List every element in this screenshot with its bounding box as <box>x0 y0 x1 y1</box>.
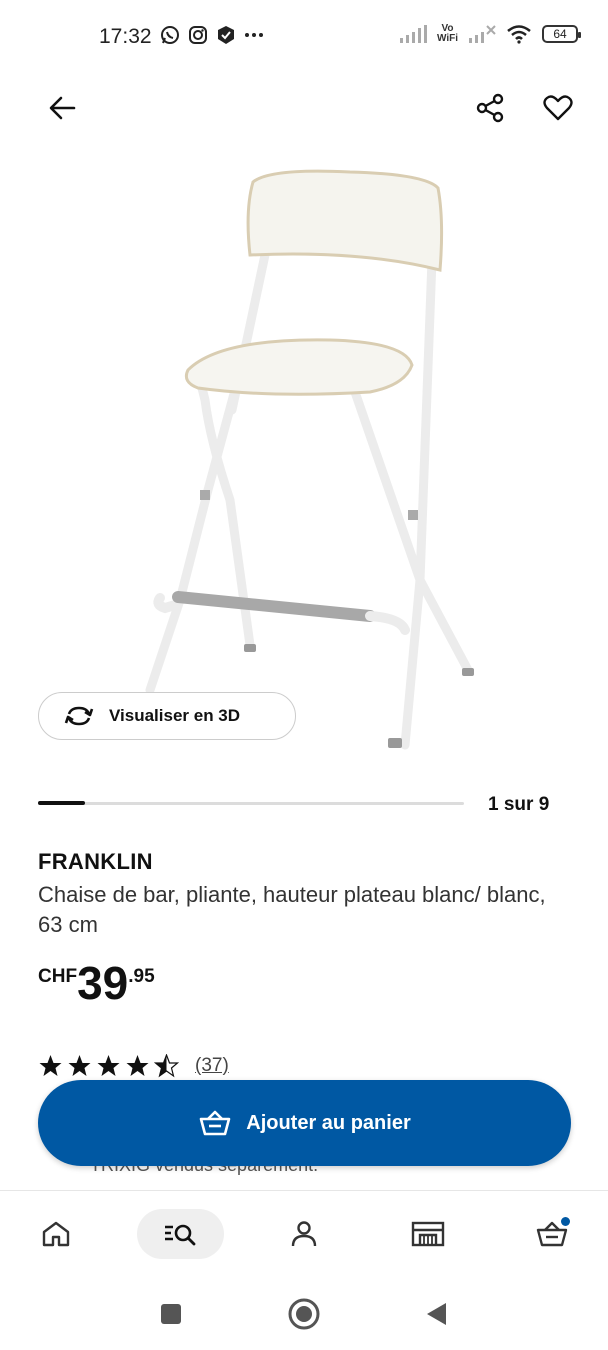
home-system-button[interactable] <box>284 1294 324 1334</box>
rotate-3d-icon <box>64 706 94 726</box>
product-name: FRANKLIN <box>38 849 153 874</box>
nav-search[interactable] <box>137 1209 224 1259</box>
nav-profile[interactable] <box>280 1209 328 1259</box>
nav-cart[interactable] <box>528 1209 576 1259</box>
price-currency: CHF <box>38 966 78 987</box>
instagram-icon <box>188 25 208 45</box>
recent-apps-button[interactable] <box>151 1294 191 1334</box>
search-list-icon <box>164 1224 195 1246</box>
vowifi-indicator: Vo WiFi <box>436 23 458 44</box>
share-icon <box>476 93 504 123</box>
circle-home-icon <box>288 1298 320 1330</box>
whatsapp-icon <box>160 25 180 45</box>
wifi-icon <box>506 24 532 44</box>
star-full-icon <box>39 1055 62 1076</box>
back-button[interactable] <box>38 84 86 132</box>
status-system-icons: Vo WiFi 64 <box>399 23 581 44</box>
nav-home[interactable] <box>32 1209 80 1259</box>
signal-icon <box>399 24 427 44</box>
basket-icon <box>199 1110 231 1136</box>
page-indicator: 1 sur 9 <box>488 794 550 815</box>
star-half-icon <box>154 1054 179 1078</box>
person-icon <box>291 1221 317 1247</box>
star-full-icon <box>68 1055 91 1076</box>
star-full-icon <box>126 1055 149 1076</box>
heart-icon <box>543 95 573 121</box>
system-navigation-bar <box>0 1280 608 1350</box>
image-carousel-progress <box>38 801 464 805</box>
visualize-3d-label: Visualiser en 3D <box>109 706 241 725</box>
visualize-3d-button[interactable]: Visualiser en 3D <box>38 692 296 740</box>
status-notification-icons <box>160 25 264 45</box>
status-time: 17:32 <box>99 25 152 48</box>
price-decimal: .95 <box>128 966 155 987</box>
product-price: CHF 39 .95 <box>38 958 155 1008</box>
star-full-icon <box>97 1055 120 1076</box>
share-button[interactable] <box>466 84 514 132</box>
square-icon <box>161 1304 181 1324</box>
image-carousel-progress-fill <box>38 801 86 805</box>
product-image[interactable] <box>120 160 500 760</box>
signal-x-icon <box>468 24 496 44</box>
product-rating[interactable]: (37) <box>38 1054 229 1078</box>
favorite-button[interactable] <box>534 84 582 132</box>
rating-count-link[interactable]: (37) <box>195 1055 229 1077</box>
nav-store[interactable] <box>404 1209 452 1259</box>
shield-app-icon <box>216 25 236 45</box>
price-integer: 39 <box>77 957 129 1009</box>
triangle-back-icon <box>427 1303 446 1325</box>
arrow-left-icon <box>49 96 76 120</box>
battery-indicator: 64 <box>542 25 581 43</box>
status-bar: 17:32 Vo WiFi 64 <box>0 0 608 76</box>
store-icon <box>411 1221 445 1247</box>
add-to-cart-label: Ajouter au panier <box>246 1111 411 1134</box>
add-to-cart-button[interactable]: Ajouter au panier <box>38 1080 571 1166</box>
bottom-navigation <box>0 1190 608 1280</box>
home-icon <box>42 1221 70 1247</box>
more-dots-icon <box>244 25 264 45</box>
system-back-button[interactable] <box>416 1294 456 1334</box>
product-description: Chaise de bar, pliante, hauteur plateau … <box>38 882 546 937</box>
cart-badge-dot <box>561 1217 570 1226</box>
